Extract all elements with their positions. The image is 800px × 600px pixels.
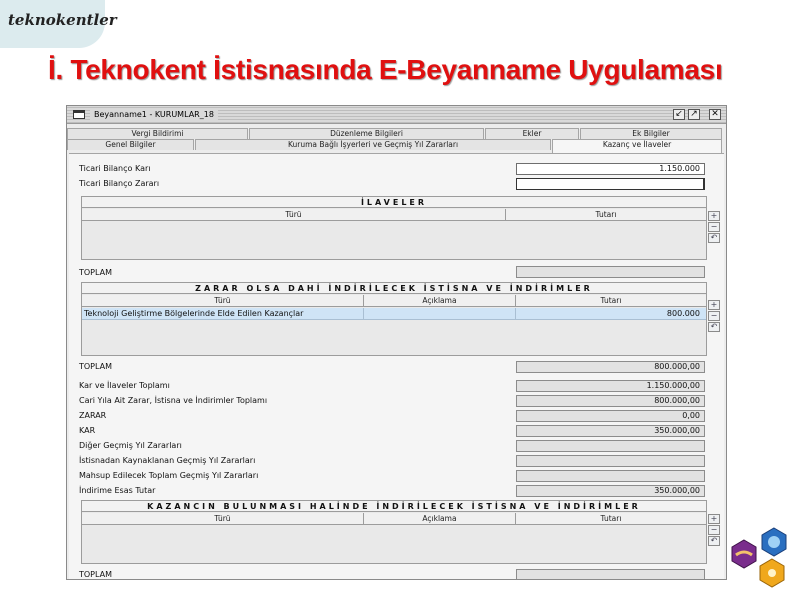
ilaveler-toplam-field [516, 266, 705, 278]
kar-field: 350.000,00 [516, 425, 705, 437]
row-tutari-cell[interactable]: 800.000 [516, 308, 706, 320]
tab-row-top: Vergi Bildirimi Düzenleme Bilgileri Ekle… [67, 128, 726, 139]
zarar-dahi-col-aciklama[interactable]: Açıklama [364, 295, 516, 307]
undo-icon[interactable]: ↶ [708, 233, 720, 243]
diger-gecmis-yil-field [516, 440, 705, 452]
kazanc-bulunmasi-title: KAZANCIN BULUNMASI HALİNDE İNDİRİLECEK İ… [82, 501, 706, 512]
tab-kuruma-bagli-isyerleri[interactable]: Kuruma Bağlı İşyerleri ve Geçmiş Yıl Zar… [195, 139, 551, 150]
kazanc-col-tutari[interactable]: Tutarı [516, 513, 706, 525]
zarar-field: 0,00 [516, 410, 705, 422]
cari-yil-zarar-field: 800.000,00 [516, 395, 705, 407]
tab-kazanc-ve-ilaveler[interactable]: Kazanç ve İlaveler [552, 139, 722, 153]
ilaveler-col-tutari[interactable]: Tutarı [506, 209, 706, 221]
window-title: Beyanname1 - KURUMLAR_18 [90, 108, 218, 121]
brand-tab: teknokentler [0, 0, 117, 48]
logo-globe-icon [768, 536, 780, 548]
undo-icon[interactable]: ↶ [708, 536, 720, 546]
ticari-kar-input[interactable]: 1.150.000 [516, 163, 705, 175]
tab-row-bottom: Genel Bilgiler Kuruma Bağlı İşyerleri ve… [67, 139, 726, 153]
minus-icon[interactable]: − [708, 525, 720, 535]
ilaveler-toplam-label: TOPLAM [79, 268, 113, 277]
window-titlebar[interactable]: Beyanname1 - KURUMLAR_18 ↙ ↗ ✕ [67, 106, 726, 124]
window-icon [73, 110, 85, 119]
ticari-zarar-input[interactable] [516, 178, 705, 190]
kazanc-bulunmasi-section: KAZANCIN BULUNMASI HALİNDE İNDİRİLECEK İ… [81, 500, 707, 564]
zarar-dahi-toplam-label: TOPLAM [79, 362, 113, 371]
maximize-icon[interactable]: ↗ [688, 109, 700, 120]
kazanc-col-turu[interactable]: Türü [82, 513, 364, 525]
row-aciklama-cell[interactable] [364, 308, 516, 320]
brand-text: teknokentler [8, 11, 117, 29]
zarar-dahi-title: ZARAR OLSA DAHİ İNDİRİLECEK İSTİSNA VE İ… [82, 283, 706, 294]
kar-ilaveler-toplami-field: 1.150.000,00 [516, 380, 705, 392]
kar-label: KAR [79, 426, 96, 435]
ilaveler-title: İLAVELER [82, 197, 706, 208]
slide-title: İ. Teknokent İstisnasında E-Beyanname Uy… [48, 54, 723, 85]
kar-ilaveler-toplami-label: Kar ve İlaveler Toplamı [79, 381, 170, 390]
plus-icon[interactable]: + [708, 211, 720, 221]
indirime-esas-label: İndirime Esas Tutar [79, 486, 156, 495]
kazanc-toplam-label: TOPLAM [79, 570, 113, 579]
tab-ek-bilgiler[interactable]: Ek Bilgiler [580, 128, 722, 139]
ilaveler-section: İLAVELER Türü Tutarı [81, 196, 707, 260]
tab-ekler[interactable]: Ekler [485, 128, 579, 139]
zarar-dahi-section: ZARAR OLSA DAHİ İNDİRİLECEK İSTİSNA VE İ… [81, 282, 707, 356]
table-row[interactable]: Teknoloji Geliştirme Bölgelerinde Elde E… [82, 308, 706, 320]
kazanc-toplam-field [516, 569, 705, 579]
zarar-dahi-col-turu[interactable]: Türü [82, 295, 364, 307]
tab-content-panel: Ticari Bilanço Karı 1.150.000 Ticari Bil… [69, 153, 724, 579]
kazanc-col-aciklama[interactable]: Açıklama [364, 513, 516, 525]
close-icon[interactable]: ✕ [709, 109, 721, 120]
istisna-gecmis-yil-field [516, 455, 705, 467]
diger-gecmis-yil-label: Diğer Geçmiş Yıl Zararları [79, 441, 182, 450]
mahsup-gecmis-yil-field [516, 470, 705, 482]
teknokent-logo-icon [731, 527, 787, 588]
tab-vergi-bildirimi[interactable]: Vergi Bildirimi [67, 128, 248, 139]
minimize-icon[interactable]: ↙ [673, 109, 685, 120]
plus-icon[interactable]: + [708, 300, 720, 310]
logo-light-icon [768, 569, 776, 577]
plus-icon[interactable]: + [708, 514, 720, 524]
indirime-esas-field: 350.000,00 [516, 485, 705, 497]
ticari-kar-label: Ticari Bilanço Karı [79, 164, 151, 173]
cari-yil-zarar-label: Cari Yıla Ait Zarar, İstisna ve İndiriml… [79, 396, 268, 405]
zarar-dahi-col-tutari[interactable]: Tutarı [516, 295, 706, 307]
tab-duzenleme-bilgileri[interactable]: Düzenleme Bilgileri [249, 128, 484, 139]
zarar-label: ZARAR [79, 411, 107, 420]
ilaveler-col-turu[interactable]: Türü [82, 209, 506, 221]
zarar-dahi-toplam-field: 800.000,00 [516, 361, 705, 373]
istisna-gecmis-yil-label: İstisnadan Kaynaklanan Geçmiş Yıl Zararl… [79, 456, 256, 465]
minus-icon[interactable]: − [708, 222, 720, 232]
minus-icon[interactable]: − [708, 311, 720, 321]
ticari-zarar-label: Ticari Bilanço Zararı [79, 179, 160, 188]
mahsup-gecmis-yil-label: Mahsup Edilecek Toplam Geçmiş Yıl Zararl… [79, 471, 259, 480]
row-turu-cell[interactable]: Teknoloji Geliştirme Bölgelerinde Elde E… [82, 308, 364, 320]
tab-genel-bilgiler[interactable]: Genel Bilgiler [67, 139, 194, 150]
undo-icon[interactable]: ↶ [708, 322, 720, 332]
beyanname-window: Beyanname1 - KURUMLAR_18 ↙ ↗ ✕ Vergi Bil… [66, 105, 727, 580]
